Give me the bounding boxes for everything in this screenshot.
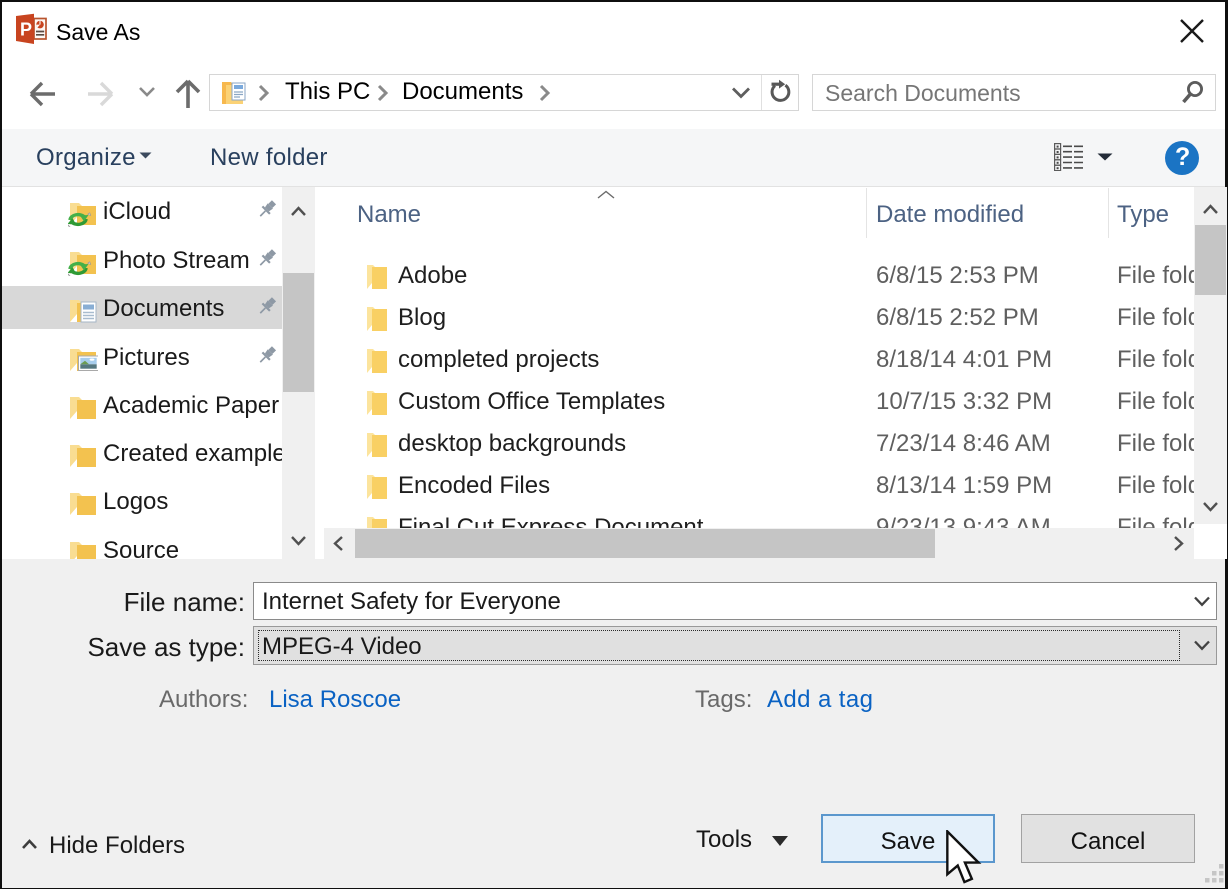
svg-text:P: P — [20, 20, 32, 40]
